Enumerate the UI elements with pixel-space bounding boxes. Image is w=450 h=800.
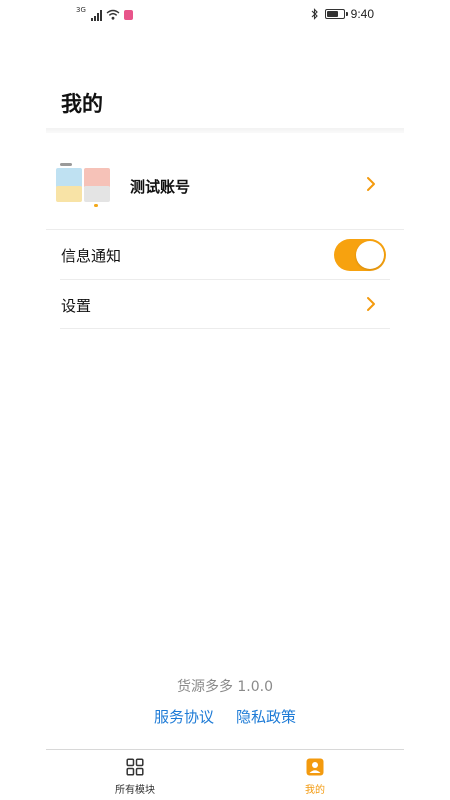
bluetooth-icon: [311, 8, 318, 20]
title-divider: [46, 128, 404, 133]
tab-label: 所有模块: [115, 785, 155, 796]
tab-label: 我的: [305, 785, 325, 796]
chevron-right-icon: [366, 296, 376, 312]
notification-toggle[interactable]: [334, 239, 386, 271]
tab-mine[interactable]: 我的: [275, 758, 355, 798]
settings-label: 设置: [61, 297, 92, 315]
account-row[interactable]: 测试账号: [46, 148, 404, 220]
status-bar-left: 3G: [76, 5, 133, 21]
notification-label: 信息通知: [61, 247, 122, 265]
notification-setting-row: 信息通知: [46, 230, 404, 279]
status-bar-right: 9:40: [311, 6, 374, 22]
app-notification-icon: [123, 10, 133, 20]
signal-icon: [90, 10, 102, 21]
chevron-right-icon: [366, 176, 376, 192]
settings-row[interactable]: 设置: [46, 280, 404, 329]
tab-all-modules[interactable]: 所有模块: [95, 758, 175, 798]
battery-icon: [324, 9, 348, 19]
app-version: 货源多多 1.0.0: [176, 679, 274, 695]
privacy-policy-link[interactable]: 隐私政策: [236, 706, 296, 727]
toggle-knob: [356, 241, 384, 269]
page-title: 我的: [61, 92, 103, 116]
status-time: 9:40: [350, 7, 374, 21]
profile-screen: 3G 9:40 我的 测试账号 信息通知 设置 货源多多 1.0.0 服务协议 …: [0, 0, 450, 800]
network-type-label: 3G: [76, 6, 86, 14]
account-name: 测试账号: [130, 178, 191, 196]
avatar: [54, 162, 112, 207]
grid-icon: [126, 758, 144, 776]
wifi-icon: [106, 9, 120, 20]
tab-bar-divider: [46, 749, 404, 750]
battery-level: [326, 11, 338, 17]
service-agreement-link[interactable]: 服务协议: [154, 706, 214, 727]
status-bar: 3G 9:40: [0, 0, 450, 28]
profile-icon: [306, 758, 324, 776]
row-divider: [60, 328, 390, 329]
legal-links: 服务协议 隐私政策: [0, 706, 450, 727]
